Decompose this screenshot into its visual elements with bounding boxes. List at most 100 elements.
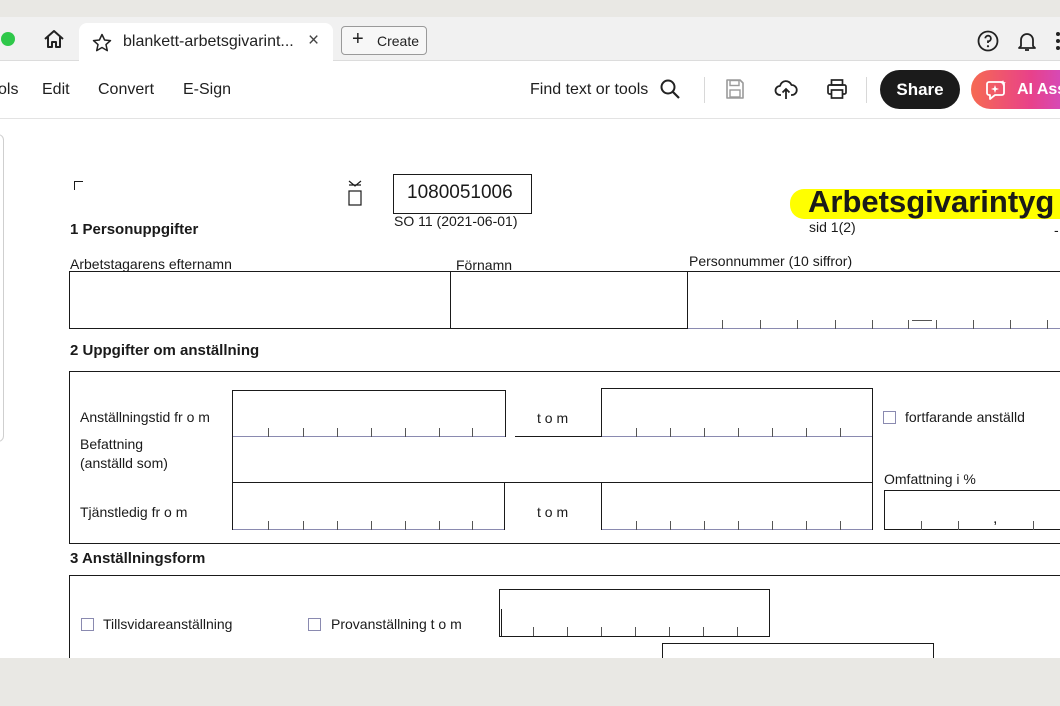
personnummer-dash xyxy=(912,320,932,321)
anst-tom-field[interactable] xyxy=(601,388,873,437)
digit-tick xyxy=(835,320,836,329)
document-title: Arbetsgivarintyg xyxy=(808,184,1055,219)
toolbar-divider xyxy=(704,77,705,103)
document-view[interactable]: 1080051006 SO 11 (2021-06-01) Arbetsgiva… xyxy=(0,119,1060,658)
digit-tick xyxy=(908,320,909,329)
digit-tick xyxy=(601,627,602,636)
menu-edit[interactable]: Edit xyxy=(42,81,70,99)
digit-tick xyxy=(636,521,637,530)
search-icon[interactable] xyxy=(658,77,682,101)
pdf-viewer-app: blankett-arbetsgivarint... × + Create ol… xyxy=(0,17,1060,658)
digit-tick xyxy=(738,521,739,530)
digit-tick xyxy=(533,627,534,636)
digit-tick xyxy=(737,627,738,636)
label-tjanstledig: Tjänstledig fr o m xyxy=(80,504,188,520)
digit-tick xyxy=(973,320,974,329)
label-tom: t o m xyxy=(537,410,569,426)
anst-from-field[interactable] xyxy=(232,390,506,437)
label-anst-from: Anställningstid fr o m xyxy=(80,409,210,425)
find-text-or-tools[interactable]: Find text or tools xyxy=(530,81,648,99)
help-icon[interactable] xyxy=(976,29,1000,53)
page-indicator: sid 1(2) xyxy=(809,219,856,235)
section-2-heading: 2 Uppgifter om anställning xyxy=(70,342,260,359)
bell-icon[interactable] xyxy=(1015,29,1039,53)
form-code: SO 11 (2021-06-01) xyxy=(394,213,518,229)
next-field[interactable] xyxy=(662,643,934,658)
tjanstledig-from-field[interactable] xyxy=(232,483,505,530)
toolbar-divider xyxy=(866,77,867,103)
section-1-heading: 1 Personuppgifter xyxy=(70,221,199,238)
ai-assistant-button[interactable]: AI Ass xyxy=(971,70,1060,109)
corner-mark xyxy=(74,181,83,182)
digit-tick xyxy=(472,521,473,530)
window-zoom-button[interactable] xyxy=(1,32,15,46)
section-3-heading: 3 Anställningsform xyxy=(70,550,206,567)
digit-tick xyxy=(1047,320,1048,329)
digit-tick xyxy=(670,521,671,530)
home-icon[interactable] xyxy=(42,28,66,50)
fornamn-field[interactable] xyxy=(451,272,686,328)
date-baseline xyxy=(602,529,872,530)
efternamn-field[interactable] xyxy=(70,272,449,328)
digit-tick xyxy=(567,627,568,636)
toolbar: ols Edit Convert E-Sign Find text or too… xyxy=(0,61,1060,119)
befattning-field[interactable] xyxy=(232,436,873,483)
menu-tools[interactable]: ols xyxy=(0,81,18,99)
digit-tick xyxy=(704,521,705,530)
digit-tick xyxy=(439,521,440,530)
digit-tick xyxy=(722,320,723,329)
side-panel-handle[interactable] xyxy=(0,134,4,442)
digit-tick xyxy=(772,521,773,530)
label-provanstallning: Provanställning t o m xyxy=(331,616,462,632)
menu-esign[interactable]: E-Sign xyxy=(183,81,231,99)
digit-tick xyxy=(1010,320,1011,329)
digit-tick xyxy=(872,320,873,329)
tillsvidare-checkbox[interactable] xyxy=(81,618,94,631)
form-symbol-icon xyxy=(348,180,362,206)
upload-cloud-icon[interactable] xyxy=(774,77,798,101)
digit-tick xyxy=(303,521,304,530)
digit-tick xyxy=(921,521,922,530)
menu-convert[interactable]: Convert xyxy=(98,81,154,99)
digit-tick xyxy=(268,521,269,530)
fortfarande-checkbox[interactable] xyxy=(883,411,896,424)
digit-tick xyxy=(936,320,937,329)
label-tillsvidare: Tillsvidareanställning xyxy=(103,616,233,632)
digit-tick xyxy=(797,320,798,329)
star-icon[interactable] xyxy=(92,33,112,53)
decimal-comma: , xyxy=(993,510,998,527)
label-efternamn: Arbetstagarens efternamn xyxy=(70,256,232,272)
digit-tick xyxy=(840,521,841,530)
digit-tick xyxy=(760,320,761,329)
more-icon[interactable] xyxy=(1054,29,1060,53)
ai-assistant-icon xyxy=(986,80,1006,100)
print-icon[interactable] xyxy=(825,77,849,101)
document-tab[interactable]: blankett-arbetsgivarint... × xyxy=(79,23,333,61)
digit-tick xyxy=(371,521,372,530)
digit-tick xyxy=(337,521,338,530)
label-befattning: Befattning xyxy=(80,436,144,452)
create-button[interactable]: + Create xyxy=(341,26,427,55)
field-marker xyxy=(501,609,502,636)
digit-tick xyxy=(703,627,704,636)
personnummer-field[interactable] xyxy=(688,272,1060,328)
ai-assistant-label: AI Ass xyxy=(1017,81,1060,98)
digit-tick xyxy=(806,521,807,530)
corner-mark xyxy=(74,181,75,190)
label-personnummer: Personnummer (10 siffror) xyxy=(689,253,853,269)
digit-tick xyxy=(669,627,670,636)
share-button[interactable]: Share xyxy=(880,70,960,109)
label-omfattning: Omfattning i % xyxy=(884,471,976,487)
tab-close-icon[interactable]: × xyxy=(308,30,319,52)
save-icon[interactable] xyxy=(723,77,747,101)
form-number: 1080051006 xyxy=(407,182,513,203)
label-tom-2: t o m xyxy=(537,504,569,520)
digit-tick xyxy=(958,521,959,530)
provanstallning-checkbox[interactable] xyxy=(308,618,321,631)
digit-tick xyxy=(1033,521,1034,530)
digit-tick xyxy=(405,521,406,530)
create-label: Create xyxy=(377,33,420,49)
tjanstledig-tom-field[interactable] xyxy=(601,483,873,530)
label-fortfarande: fortfarande anställd xyxy=(905,409,1025,425)
digit-tick xyxy=(635,627,636,636)
